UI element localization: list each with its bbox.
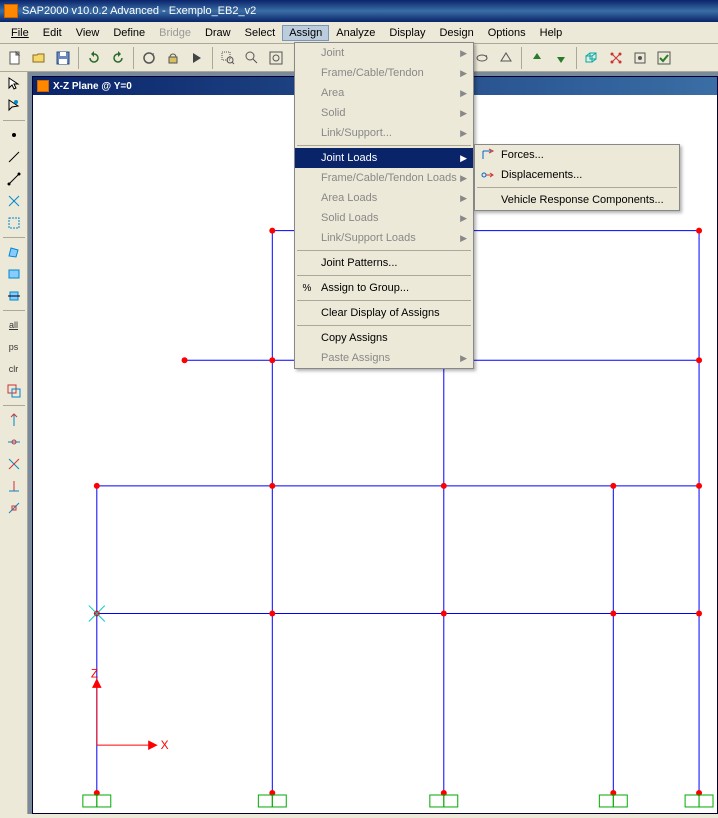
menu-joint-loads[interactable]: Joint Loads▶: [295, 148, 473, 168]
menu-help[interactable]: Help: [533, 25, 570, 41]
toolbar-sep: [212, 47, 213, 69]
save-button[interactable]: [52, 47, 74, 69]
group-icon: %: [299, 280, 315, 296]
menu-file[interactable]: File: [4, 25, 36, 41]
menubar: File Edit View Define Bridge Draw Select…: [0, 22, 718, 44]
rotate-button[interactable]: [471, 47, 493, 69]
menu-frame-loads[interactable]: Frame/Cable/Tendon Loads▶: [295, 168, 473, 188]
new-button[interactable]: [4, 47, 26, 69]
menu-sep: [477, 187, 677, 188]
select-all-button[interactable]: all: [3, 315, 25, 335]
menu-draw[interactable]: Draw: [198, 25, 238, 41]
menu-solid[interactable]: Solid▶: [295, 103, 473, 123]
intersect-tool[interactable]: [3, 381, 25, 401]
extrude-button[interactable]: [581, 47, 603, 69]
menu-joint[interactable]: Joint▶: [295, 43, 473, 63]
window-titlebar: SAP2000 v10.0.2 Advanced - Exemplo_EB2_v…: [0, 0, 718, 22]
menu-assign-group[interactable]: %Assign to Group...: [295, 278, 473, 298]
axis-x-label: X: [161, 738, 169, 752]
zoom-extents-button[interactable]: [241, 47, 263, 69]
run-button[interactable]: [186, 47, 208, 69]
zoom-prev-button[interactable]: [265, 47, 287, 69]
toolbar-sep: [576, 47, 577, 69]
forces-icon: [479, 147, 495, 163]
draw-poly-tool[interactable]: [3, 242, 25, 262]
draw-area-tool[interactable]: [3, 213, 25, 233]
snap-mid-tool[interactable]: [3, 432, 25, 452]
arrow-up-button[interactable]: [526, 47, 548, 69]
draw-rect-tool[interactable]: [3, 264, 25, 284]
canvas-title-label: X-Z Plane @ Y=0: [53, 81, 132, 92]
menu-analyze[interactable]: Analyze: [329, 25, 382, 41]
clear-selection-button[interactable]: clr: [3, 359, 25, 379]
pointer-tool[interactable]: [3, 74, 25, 94]
submenu-forces[interactable]: Forces...: [475, 145, 679, 165]
toolbar-sep: [521, 47, 522, 69]
reshape-tool[interactable]: [3, 96, 25, 116]
draw-braces-tool[interactable]: [3, 191, 25, 211]
menu-sep: [297, 145, 471, 146]
menu-clear-display[interactable]: Clear Display of Assigns: [295, 303, 473, 323]
left-toolbar: all ps clr: [0, 72, 28, 814]
zoom-area-button[interactable]: [217, 47, 239, 69]
quick-rect-tool[interactable]: [3, 286, 25, 306]
menu-view[interactable]: View: [69, 25, 107, 41]
menu-area-loads[interactable]: Area Loads▶: [295, 188, 473, 208]
submenu-displacements[interactable]: Displacements...: [475, 165, 679, 185]
undo-button[interactable]: [83, 47, 105, 69]
toolbar-sep: [3, 405, 25, 406]
menu-display[interactable]: Display: [382, 25, 432, 41]
perspective-button[interactable]: [495, 47, 517, 69]
menu-design[interactable]: Design: [432, 25, 480, 41]
snap-line-tool[interactable]: [3, 498, 25, 518]
menu-options[interactable]: Options: [481, 25, 533, 41]
toolbar-sep: [3, 237, 25, 238]
menu-sep: [297, 325, 471, 326]
snap-perp-tool[interactable]: [3, 476, 25, 496]
toolbar-sep: [3, 310, 25, 311]
draw-frame-tool[interactable]: [3, 169, 25, 189]
draw-line-tool[interactable]: [3, 147, 25, 167]
menu-paste-assigns[interactable]: Paste Assigns▶: [295, 348, 473, 368]
menu-solid-loads[interactable]: Solid Loads▶: [295, 208, 473, 228]
displacements-icon: [479, 167, 495, 183]
menu-bridge[interactable]: Bridge: [152, 25, 198, 41]
open-button[interactable]: [28, 47, 50, 69]
menu-assign[interactable]: Assign: [282, 25, 329, 41]
joint-loads-submenu: Forces... Displacements... Vehicle Respo…: [474, 144, 680, 211]
submenu-vehicle[interactable]: Vehicle Response Components...: [475, 190, 679, 210]
menu-edit[interactable]: Edit: [36, 25, 69, 41]
menu-link-support[interactable]: Link/Support...▶: [295, 123, 473, 143]
arrow-down-button[interactable]: [550, 47, 572, 69]
snap-point-tool[interactable]: [3, 410, 25, 430]
menu-link-loads[interactable]: Link/Support Loads▶: [295, 228, 473, 248]
toolbar-sep: [78, 47, 79, 69]
toolbar-sep: [3, 120, 25, 121]
check-button[interactable]: [653, 47, 675, 69]
app-icon: [4, 4, 18, 18]
toolbar-sep: [133, 47, 134, 69]
menu-joint-patterns[interactable]: Joint Patterns...: [295, 253, 473, 273]
menu-sep: [297, 300, 471, 301]
menu-area[interactable]: Area▶: [295, 83, 473, 103]
assign-dropdown: Joint▶ Frame/Cable/Tendon▶ Area▶ Solid▶ …: [294, 42, 474, 369]
menu-select[interactable]: Select: [238, 25, 283, 41]
menu-copy-assigns[interactable]: Copy Assigns: [295, 328, 473, 348]
shrink-button[interactable]: [605, 47, 627, 69]
redo-button[interactable]: [107, 47, 129, 69]
axis-z-label: Z: [91, 666, 98, 680]
refresh-button[interactable]: [138, 47, 160, 69]
menu-sep: [297, 275, 471, 276]
select-prev-button[interactable]: ps: [3, 337, 25, 357]
object-button[interactable]: [629, 47, 651, 69]
menu-sep: [297, 250, 471, 251]
draw-point-tool[interactable]: [3, 125, 25, 145]
window-title: SAP2000 v10.0.2 Advanced - Exemplo_EB2_v…: [22, 5, 256, 17]
menu-frame-cable[interactable]: Frame/Cable/Tendon▶: [295, 63, 473, 83]
lock-button[interactable]: [162, 47, 184, 69]
menu-define[interactable]: Define: [106, 25, 152, 41]
canvas-app-icon: [37, 80, 49, 92]
snap-int-tool[interactable]: [3, 454, 25, 474]
